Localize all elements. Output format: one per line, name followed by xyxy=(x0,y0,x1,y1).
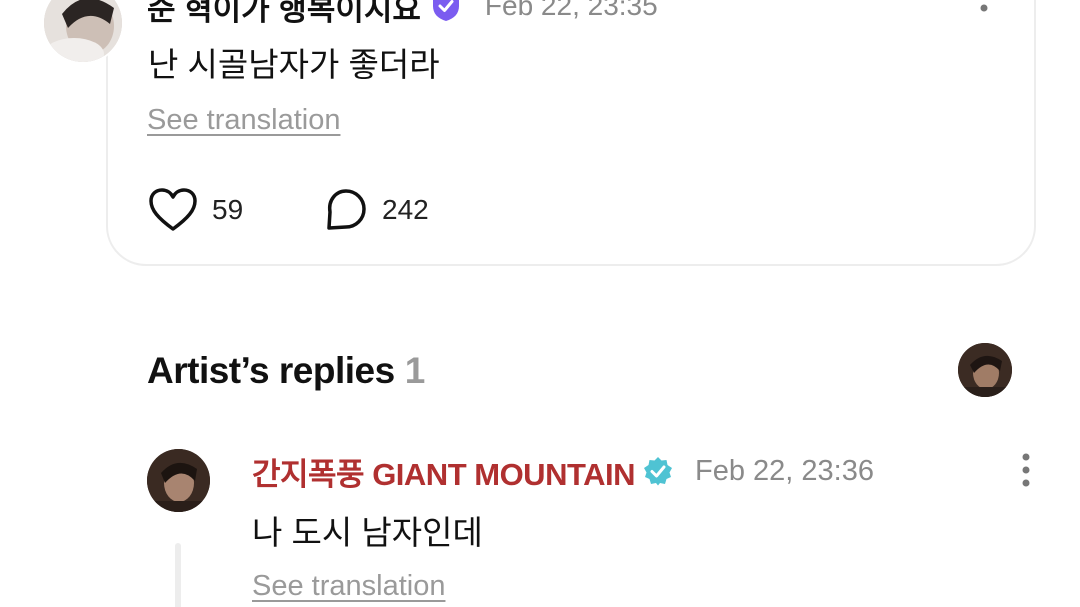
post-timestamp: Feb 22, 23:35 xyxy=(484,0,658,21)
reply-header: 간지폭풍 GIANT MOUNTAIN Feb 22, 23:36 xyxy=(252,450,874,492)
post-body-text: 난 시골남자가 좋더라 xyxy=(148,46,440,83)
reply-more-menu-icon[interactable] xyxy=(1016,452,1036,488)
like-button[interactable]: 59 xyxy=(148,186,243,234)
artist-avatar[interactable] xyxy=(958,343,1012,397)
reply-see-translation-link[interactable]: See translation xyxy=(252,570,445,603)
artist-replies-title: Artist’s replies xyxy=(147,350,395,391)
reply-timestamp: Feb 22, 23:36 xyxy=(694,454,874,487)
verified-shield-icon xyxy=(431,0,461,22)
artist-replies-count: 1 xyxy=(404,350,426,391)
heart-icon xyxy=(149,188,197,231)
comment-bubble-icon xyxy=(327,189,366,230)
post-more-menu-icon[interactable] xyxy=(974,0,994,22)
reply-author-name[interactable]: 간지폭풍 GIANT MOUNTAIN xyxy=(252,449,635,494)
post-header: 준 혁이가 행복이지요 Feb 22, 23:35 xyxy=(147,0,658,29)
avatar-photo-icon xyxy=(147,449,210,512)
reply-author-avatar[interactable] xyxy=(147,449,210,512)
verified-badge-icon xyxy=(643,456,673,486)
post-see-translation-link[interactable]: See translation xyxy=(147,104,340,137)
reply-body-text: 나 도시 남자인데 xyxy=(252,514,483,551)
comment-button[interactable]: 242 xyxy=(324,186,429,234)
post-author-name[interactable]: 준 혁이가 행복이지요 xyxy=(147,0,421,29)
artist-replies-heading: Artist’s replies 1 xyxy=(147,350,425,392)
avatar-photo-icon xyxy=(958,343,1012,397)
comment-count: 242 xyxy=(382,194,429,225)
like-count: 59 xyxy=(212,194,244,225)
reply-thread-line xyxy=(175,543,181,607)
comment-thread-page: 준 혁이가 행복이지요 Feb 22, 23:35 난 시골남자가 좋더라 Se… xyxy=(0,0,1080,607)
